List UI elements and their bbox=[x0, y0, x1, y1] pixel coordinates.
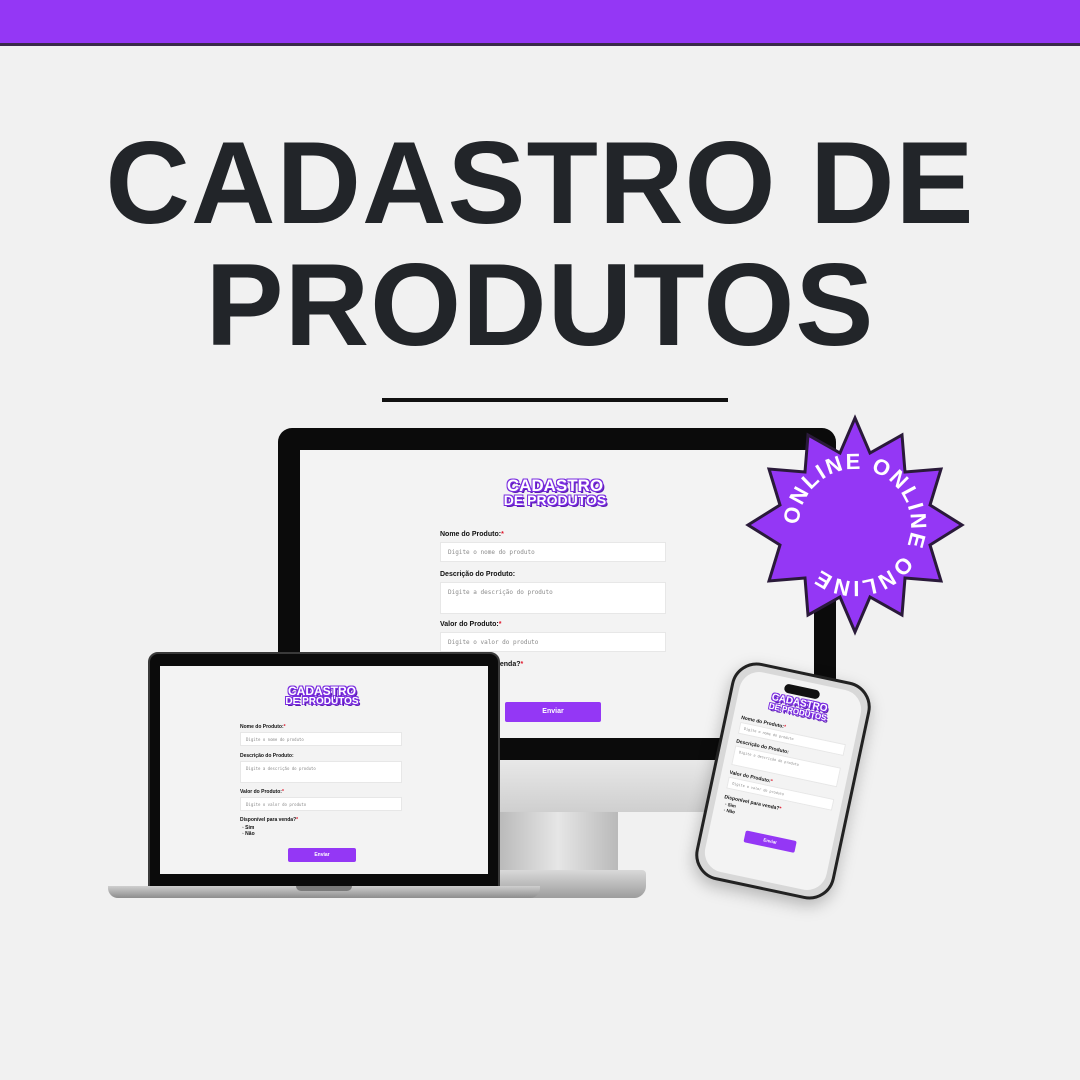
page-title-line1: CADASTRO DE bbox=[105, 117, 975, 248]
laptop-notch bbox=[296, 886, 352, 891]
form-logo: CADASTRO DE PRODUTOS bbox=[766, 692, 832, 722]
description-label: Descrição do Produto: bbox=[240, 753, 294, 759]
value-label: Valor do Produto:* bbox=[240, 789, 284, 795]
submit-button[interactable]: Enviar bbox=[505, 702, 601, 722]
submit-button[interactable]: Enviar bbox=[743, 830, 797, 853]
option-no-label: Não bbox=[245, 831, 255, 837]
required-mark: * bbox=[520, 661, 524, 668]
required-mark: * bbox=[501, 531, 504, 538]
form-logo-line2: DE PRODUTOS bbox=[285, 696, 359, 708]
top-accent-bar bbox=[0, 0, 1080, 46]
monitor-stand bbox=[498, 812, 618, 874]
form-logo: CADASTRO DE PRODUTOS bbox=[500, 477, 610, 509]
required-mark: * bbox=[769, 778, 774, 785]
product-form-laptop: CADASTRO DE PRODUTOS Nome do Produto:* D… bbox=[160, 666, 488, 874]
page-title-line2: PRODUTOS bbox=[205, 239, 875, 370]
available-label: Disponível para venda?* bbox=[240, 817, 298, 823]
product-name-input[interactable]: Digite o nome do produto bbox=[240, 732, 402, 746]
available-label: venda?* bbox=[496, 661, 523, 668]
option-no-label: Não bbox=[725, 807, 736, 815]
product-description-textarea[interactable]: Digite a descrição do produto bbox=[440, 582, 666, 614]
title-divider bbox=[382, 398, 728, 402]
laptop-screen: CADASTRO DE PRODUTOS Nome do Produto:* D… bbox=[160, 666, 488, 874]
required-mark: * bbox=[783, 724, 787, 731]
radio-option-no[interactable]: ◦ Não bbox=[242, 831, 255, 837]
required-mark: * bbox=[498, 621, 502, 628]
product-value-input[interactable]: Digite o valor do produto bbox=[440, 632, 666, 652]
value-label: Valor do Produto:* bbox=[440, 621, 501, 628]
required-mark: * bbox=[281, 789, 284, 795]
name-label-text: Nome do Produto: bbox=[440, 531, 502, 538]
laptop: CADASTRO DE PRODUTOS Nome do Produto:* D… bbox=[148, 652, 500, 890]
value-label-text: Valor do Produto: bbox=[440, 621, 499, 628]
name-label: Nome do Produto:* bbox=[240, 724, 286, 730]
submit-button[interactable]: Enviar bbox=[288, 848, 356, 862]
required-mark: * bbox=[283, 724, 286, 730]
form-logo: CADASTRO DE PRODUTOS bbox=[284, 685, 360, 708]
product-value-input[interactable]: Digite o valor do produto bbox=[240, 797, 402, 811]
radio-option-no[interactable]: ◦ Não bbox=[723, 807, 735, 814]
name-label: Nome do Produto:* bbox=[440, 531, 504, 538]
description-label: Descrição do Produto: bbox=[440, 571, 516, 578]
page-title: CADASTRO DE PRODUTOS bbox=[0, 122, 1080, 366]
online-starburst-badge: ONLINE ONLINE ONLINE bbox=[745, 414, 965, 636]
name-label-text: Nome do Produto: bbox=[240, 724, 284, 730]
form-logo-line2: DE PRODUTOS bbox=[503, 492, 607, 509]
product-description-textarea[interactable]: Digite a descrição do produto bbox=[240, 761, 402, 783]
value-label-text: Valor do Produto: bbox=[240, 789, 282, 795]
product-name-input[interactable]: Digite o nome do produto bbox=[440, 542, 666, 562]
available-label-text: Disponível para venda? bbox=[240, 817, 297, 823]
required-mark: * bbox=[296, 817, 299, 823]
required-mark: * bbox=[778, 805, 782, 813]
